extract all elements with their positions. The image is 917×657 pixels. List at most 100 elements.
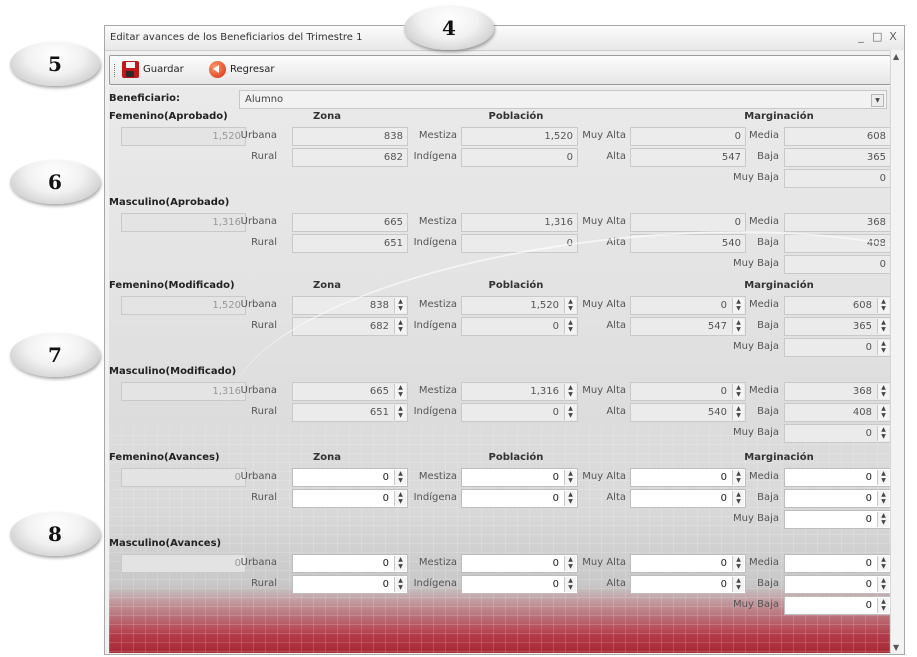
- female-alta-field[interactable]: 547 ▲ ▼: [630, 317, 746, 336]
- spin-arrows-icon[interactable]: ▲ ▼: [877, 340, 889, 355]
- female-urbana-field[interactable]: 0 ▲ ▼: [292, 468, 408, 487]
- female-mestiza-field[interactable]: 1,520 ▲ ▼: [461, 296, 578, 315]
- baja-label: Baja: [757, 237, 779, 248]
- close-button[interactable]: X: [888, 30, 898, 43]
- baja-label: Baja: [757, 406, 779, 417]
- poblacion-header: Población: [488, 280, 544, 291]
- female-muy-alta-field-value: 0: [720, 300, 727, 311]
- spin-arrows-icon[interactable]: ▲ ▼: [394, 384, 406, 399]
- spin-arrows-icon[interactable]: ▲ ▼: [564, 319, 576, 334]
- urbana-label: Urbana: [240, 471, 277, 482]
- minimize-button[interactable]: _: [856, 30, 866, 43]
- male-media-field[interactable]: 368 ▲ ▼: [784, 382, 891, 401]
- spin-arrows-icon[interactable]: ▲ ▼: [394, 319, 406, 334]
- toolbar-grip[interactable]: [114, 64, 117, 77]
- male-muy-baja-field[interactable]: 0 ▲ ▼: [784, 596, 891, 615]
- male-media-field[interactable]: 0 ▲ ▼: [784, 554, 891, 573]
- callout-8: 8: [10, 512, 100, 556]
- indigena-label: Indígena: [413, 320, 457, 331]
- maximize-button[interactable]: □: [872, 30, 882, 43]
- spin-arrows-icon[interactable]: ▲ ▼: [877, 384, 889, 399]
- spin-arrows-icon[interactable]: ▲ ▼: [877, 491, 889, 506]
- female-muy-alta-field[interactable]: 0 ▲ ▼: [630, 468, 746, 487]
- spin-arrows-icon[interactable]: ▲ ▼: [877, 426, 889, 441]
- spin-arrows-icon[interactable]: ▲ ▼: [877, 598, 889, 613]
- save-button[interactable]: Guardar: [122, 61, 184, 78]
- female-muy-baja-field[interactable]: 0 ▲ ▼: [784, 338, 891, 357]
- spin-arrows-icon[interactable]: ▲ ▼: [877, 556, 889, 571]
- muy-alta-label: Muy Alta: [582, 299, 626, 310]
- female-muy-baja-field: 0: [784, 169, 891, 188]
- female-baja-field[interactable]: 365 ▲ ▼: [784, 317, 891, 336]
- beneficiario-select[interactable]: Alumno ▼: [239, 90, 887, 109]
- female-mestiza-field[interactable]: 0 ▲ ▼: [461, 468, 578, 487]
- male-media-field-value: 368: [852, 386, 872, 397]
- vertical-scrollbar[interactable]: ▲ ▼: [890, 50, 904, 654]
- muy-baja-label: Muy Baja: [733, 513, 779, 524]
- male-media-field: 368: [784, 213, 891, 232]
- male-mestiza-field[interactable]: 1,316 ▲ ▼: [461, 382, 578, 401]
- female-urbana-field[interactable]: 838 ▲ ▼: [292, 296, 408, 315]
- muy-baja-label: Muy Baja: [733, 172, 779, 183]
- spin-arrows-icon[interactable]: ▲ ▼: [732, 470, 744, 485]
- female-media-field[interactable]: 0 ▲ ▼: [784, 468, 891, 487]
- poblacion-header: Población: [488, 452, 544, 463]
- spin-arrows-icon[interactable]: ▲ ▼: [564, 470, 576, 485]
- spin-arrows-icon[interactable]: ▲ ▼: [877, 319, 889, 334]
- female-baja-field: 365: [784, 148, 891, 167]
- spin-arrows-icon[interactable]: ▲ ▼: [877, 512, 889, 527]
- spin-arrows-icon[interactable]: ▲ ▼: [732, 405, 744, 420]
- female-urbana-field-value: 838: [369, 300, 389, 311]
- spin-arrows-icon[interactable]: ▲ ▼: [732, 319, 744, 334]
- male-muy-baja-field[interactable]: 0 ▲ ▼: [784, 424, 891, 443]
- spin-arrows-icon[interactable]: ▲ ▼: [564, 405, 576, 420]
- form-content: Beneficiario: Alumno ▼ Femenino(Aprobado…: [109, 87, 891, 653]
- female-media-field-value: 608: [866, 131, 886, 142]
- male-rural-field[interactable]: 651 ▲ ▼: [292, 403, 408, 422]
- male-alta-field[interactable]: 540 ▲ ▼: [630, 403, 746, 422]
- female-indigena-field[interactable]: 0 ▲ ▼: [461, 489, 578, 508]
- alta-label: Alta: [606, 578, 626, 589]
- back-button[interactable]: Regresar: [209, 61, 275, 78]
- spin-arrows-icon[interactable]: ▲ ▼: [394, 298, 406, 313]
- scroll-down-icon[interactable]: ▼: [893, 643, 899, 652]
- chevron-down-icon[interactable]: ▼: [871, 94, 884, 107]
- scroll-up-icon[interactable]: ▲: [893, 52, 899, 61]
- spin-arrows-icon[interactable]: ▲ ▼: [877, 470, 889, 485]
- male-muy-alta-field[interactable]: 0 ▲ ▼: [630, 382, 746, 401]
- muy-alta-label: Muy Alta: [582, 130, 626, 141]
- male-baja-field[interactable]: 0 ▲ ▼: [784, 575, 891, 594]
- muy-alta-label: Muy Alta: [582, 471, 626, 482]
- female-muy-baja-field[interactable]: 0 ▲ ▼: [784, 510, 891, 529]
- female-rural-field[interactable]: 682 ▲ ▼: [292, 317, 408, 336]
- female-media-field[interactable]: 608 ▲ ▼: [784, 296, 891, 315]
- female-baja-field[interactable]: 0 ▲ ▼: [784, 489, 891, 508]
- female-indigena-field[interactable]: 0 ▲ ▼: [461, 317, 578, 336]
- title-bar[interactable]: Editar avances de los Beneficiarios del …: [105, 26, 904, 51]
- spin-arrows-icon[interactable]: ▲ ▼: [564, 384, 576, 399]
- indigena-label: Indígena: [413, 151, 457, 162]
- spin-arrows-icon[interactable]: ▲ ▼: [394, 405, 406, 420]
- male-indigena-field-value: 0: [552, 407, 559, 418]
- rural-label: Rural: [251, 237, 277, 248]
- spin-arrows-icon[interactable]: ▲ ▼: [877, 298, 889, 313]
- male-indigena-field[interactable]: 0 ▲ ▼: [461, 403, 578, 422]
- callout-6: 6: [10, 160, 100, 204]
- spin-arrows-icon[interactable]: ▲ ▼: [394, 470, 406, 485]
- rural-label: Rural: [251, 578, 277, 589]
- spin-arrows-icon[interactable]: ▲ ▼: [732, 298, 744, 313]
- spin-arrows-icon[interactable]: ▲ ▼: [564, 298, 576, 313]
- marginacion-header: Marginación: [744, 280, 814, 291]
- spin-arrows-icon[interactable]: ▲ ▼: [732, 384, 744, 399]
- mestiza-label: Mestiza: [418, 130, 457, 141]
- male-baja-field: 408: [784, 234, 891, 253]
- spin-arrows-icon[interactable]: ▲ ▼: [877, 577, 889, 592]
- female-muy-alta-field[interactable]: 0 ▲ ▼: [630, 296, 746, 315]
- rural-label: Rural: [251, 406, 277, 417]
- spin-arrows-icon[interactable]: ▲ ▼: [877, 405, 889, 420]
- male-baja-field[interactable]: 408 ▲ ▼: [784, 403, 891, 422]
- mestiza-label: Mestiza: [418, 557, 457, 568]
- spin-arrows-icon[interactable]: ▲ ▼: [564, 491, 576, 506]
- male-urbana-field[interactable]: 665 ▲ ▼: [292, 382, 408, 401]
- zona-header: Zona: [313, 111, 341, 122]
